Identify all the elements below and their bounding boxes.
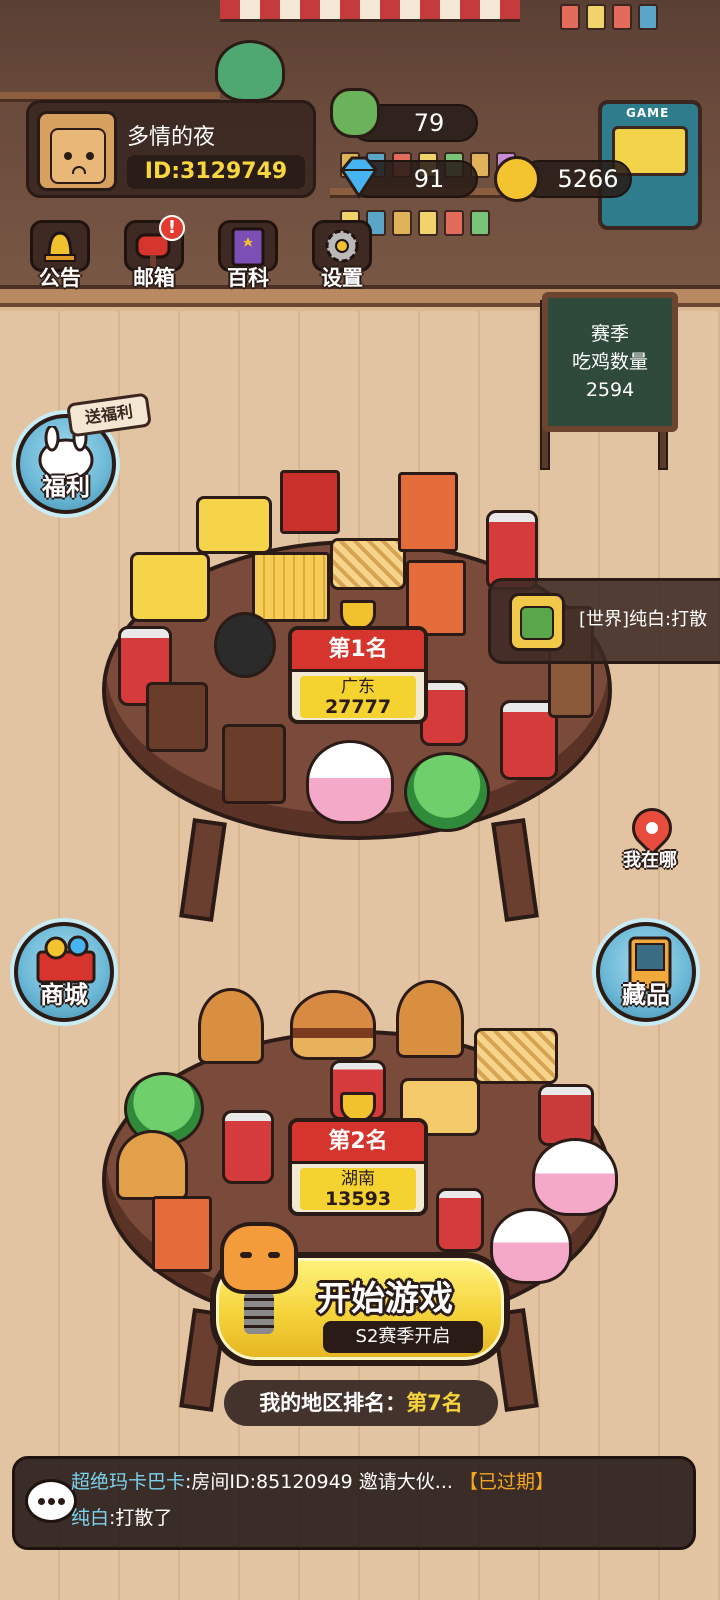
- settings-label: 设置: [321, 266, 363, 290]
- cup-character: [538, 1084, 594, 1146]
- noodle-character: [330, 538, 406, 590]
- chat-text: :打散了: [109, 1507, 173, 1529]
- rank-card-2[interactable]: 第2名 湖南 13593: [288, 1118, 428, 1216]
- encyclopedia-button[interactable]: 百科: [212, 220, 284, 296]
- rank-1-place: 第1名: [292, 630, 424, 672]
- cheese-character: [130, 552, 210, 622]
- season-open-label: S2赛季开启: [323, 1321, 483, 1353]
- chat-message: 纯白:打散了: [71, 1503, 172, 1530]
- shop-label: 商城: [40, 981, 88, 1009]
- ice-cream-character: [116, 1130, 188, 1200]
- cone-character: [396, 980, 464, 1058]
- rank-1-info: 广东 27777: [300, 676, 416, 718]
- rank-1-region: 广东: [341, 677, 375, 697]
- chat-user: 超绝玛卡巴卡: [71, 1471, 186, 1493]
- spring-decoration: [244, 1292, 274, 1334]
- rank-1-value: 27777: [324, 696, 392, 718]
- rank-2-info: 湖南 13593: [300, 1168, 416, 1210]
- collection-button[interactable]: 藏品: [596, 922, 696, 1022]
- chat-message: 超绝玛卡巴卡:房间ID:85120949 邀请大伙... 【已过期】: [71, 1467, 554, 1494]
- cola-can-character: [436, 1188, 484, 1252]
- shop-awning: [220, 0, 520, 22]
- world-chat-text: [世界]纯白:打散: [579, 605, 707, 631]
- marshmallow-character: [306, 740, 394, 824]
- encyclopedia-label: 百科: [227, 266, 269, 290]
- mailbox-button[interactable]: ! 邮箱: [118, 215, 190, 296]
- frog-energy-icon: [330, 88, 380, 138]
- world-chat-user: 纯白: [629, 609, 666, 630]
- devil-box-character: [280, 470, 340, 534]
- my-rank-label: 我的地区排名：: [259, 1391, 407, 1415]
- chicken-count-value: 2594: [585, 379, 635, 401]
- chat-expired-tag: 【已过期】: [458, 1471, 554, 1493]
- world-chat-bubble[interactable]: [世界]纯白:打散: [488, 578, 720, 664]
- oreo-character: [214, 612, 276, 678]
- marshmallow-character: [532, 1138, 618, 1216]
- chat-user: 纯白: [71, 1507, 110, 1529]
- avatar-face-icon: [50, 128, 106, 184]
- announcement-button[interactable]: 公告: [24, 220, 96, 296]
- snack-box-character: [406, 560, 466, 636]
- cone-character: [198, 988, 264, 1064]
- cola-can-character: [222, 1110, 274, 1184]
- chicken-count-label: 吃鸡数量: [571, 351, 648, 373]
- world-channel: [世界]: [579, 609, 630, 630]
- chocolate-character: [222, 724, 286, 804]
- season-chalkboard: 赛季 吃鸡数量 2594: [542, 292, 678, 432]
- watermelon-character: [404, 752, 490, 832]
- noodle-character: [474, 1028, 558, 1084]
- settings-button[interactable]: 设置: [306, 220, 378, 296]
- chocolate-character: [146, 682, 208, 752]
- announcement-label: 公告: [39, 266, 81, 290]
- player-name: 多情的夜: [127, 125, 216, 150]
- mailbox-label: 邮箱: [133, 266, 175, 290]
- world-chat-message: :打散: [665, 609, 708, 630]
- my-region-rank: 我的地区排名：第7名: [224, 1380, 498, 1426]
- energy-value: 79: [413, 109, 445, 137]
- avatar[interactable]: [37, 111, 117, 191]
- season-label: 赛季: [590, 323, 629, 345]
- rank-2-place: 第2名: [292, 1122, 424, 1164]
- player-id: ID:3129749: [127, 155, 305, 189]
- cheese-character: [196, 496, 272, 554]
- where-am-i-button[interactable]: 我在哪: [612, 799, 688, 884]
- mailbox-alert-badge: !: [159, 215, 185, 241]
- chat-bubble-icon[interactable]: [25, 1479, 77, 1523]
- burger-character: [290, 990, 376, 1060]
- diamond-icon: [340, 156, 378, 199]
- my-rank-value: 第7名: [406, 1391, 463, 1415]
- where-am-i-label: 我在哪: [623, 850, 677, 871]
- tiger-mascot-icon: [220, 1222, 298, 1294]
- gold-value: 5266: [557, 165, 619, 193]
- rank-card-1[interactable]: 第1名 广东 27777: [288, 626, 428, 724]
- gold-coin-icon: [494, 156, 540, 202]
- wall-goods: [560, 4, 658, 30]
- snack-box-character: [152, 1196, 212, 1272]
- arcade-label: GAME: [626, 106, 670, 120]
- player-profile[interactable]: 多情的夜 ID:3129749: [26, 100, 316, 198]
- green-monster-decoration: [215, 40, 285, 102]
- rank-2-value: 13593: [324, 1188, 392, 1210]
- chat-text: :房间ID:85120949 邀请大伙...: [185, 1471, 453, 1493]
- shop-button[interactable]: 商城: [14, 922, 114, 1022]
- snack-box-character: [398, 472, 458, 552]
- rank-2-region: 湖南: [341, 1169, 375, 1189]
- chat-avatar: [509, 593, 565, 651]
- collection-label: 藏品: [622, 981, 670, 1009]
- chat-panel[interactable]: 超绝玛卡巴卡:房间ID:85120949 邀请大伙... 【已过期】 纯白:打散…: [12, 1456, 696, 1550]
- diamond-value: 91: [413, 165, 445, 193]
- fries-character: [252, 552, 330, 622]
- welfare-label: 福利: [42, 473, 90, 501]
